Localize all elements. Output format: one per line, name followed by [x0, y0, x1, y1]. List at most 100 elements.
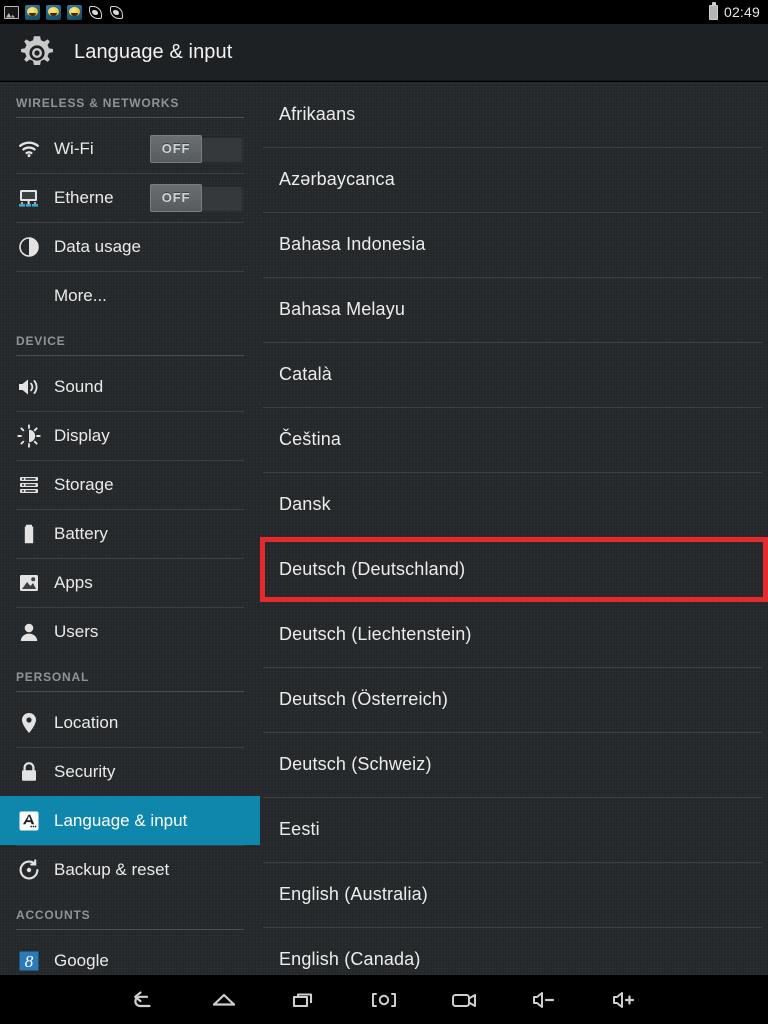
language-list-item[interactable]: Eesti: [260, 797, 768, 862]
language-label: Deutsch (Österreich): [279, 689, 448, 710]
divider: [16, 691, 244, 692]
language-label: Afrikaans: [279, 104, 355, 125]
language-list-item[interactable]: Bahasa Indonesia: [260, 212, 768, 277]
sidebar-item-label: Wi-Fi: [54, 139, 94, 159]
sidebar-item-apps[interactable]: Apps: [0, 558, 260, 607]
status-bar-system-icons: 02:49: [709, 4, 760, 20]
sidebar-item-more[interactable]: More...: [0, 271, 260, 320]
divider: [16, 929, 244, 930]
sidebar-item-users[interactable]: Users: [0, 607, 260, 656]
leaf-notification-icon: [109, 5, 124, 20]
language-label: Deutsch (Deutschland): [279, 559, 465, 580]
content-area: WIRELESS & NETWORKS Wi-Fi OFF Etherne OFF Dat…: [0, 82, 768, 1000]
language-label: Deutsch (Schweiz): [279, 754, 432, 775]
sidebar-item-language-input[interactable]: Language & input: [0, 796, 260, 845]
navigation-bar: [0, 975, 768, 1024]
lock-icon: [16, 760, 42, 784]
page-title: Language & input: [74, 41, 232, 64]
sidebar-item-label: Display: [54, 426, 110, 446]
sidebar-item-security[interactable]: Security: [0, 747, 260, 796]
leaf-notification-icon: [88, 5, 103, 20]
status-bar-clock: 02:49: [724, 4, 760, 20]
toggle-switch-label: OFF: [150, 184, 202, 212]
language-list-item[interactable]: Català: [260, 342, 768, 407]
volume-up-icon[interactable]: [584, 975, 664, 1024]
language-list-item[interactable]: English (Australia): [260, 862, 768, 927]
sidebar-item-label: Etherne: [54, 188, 114, 208]
language-label: Eesti: [279, 819, 320, 840]
sidebar-item-sound[interactable]: Sound: [0, 362, 260, 411]
toggle-switch-label: OFF: [150, 135, 202, 163]
back-icon[interactable]: [104, 975, 184, 1024]
settings-gear-icon[interactable]: [16, 32, 58, 74]
language-list-item[interactable]: Deutsch (Liechtenstein): [260, 602, 768, 667]
battery-icon: [16, 522, 42, 546]
sidebar-item-location[interactable]: Location: [0, 698, 260, 747]
language-label: Čeština: [279, 429, 341, 450]
sidebar-item-data-usage[interactable]: Data usage: [0, 222, 260, 271]
sidebar-item-label: Location: [54, 713, 118, 733]
app-notification-icon: [46, 5, 61, 20]
volume-down-icon[interactable]: [504, 975, 584, 1024]
sidebar-item-label: Security: [54, 762, 115, 782]
app-notification-icon: [67, 5, 82, 20]
sidebar-item-label: Users: [54, 622, 98, 642]
language-label: English (Canada): [279, 949, 420, 970]
screen-record-icon[interactable]: [424, 975, 504, 1024]
sidebar-item-wi-fi[interactable]: Wi-Fi OFF: [0, 124, 260, 173]
sidebar-item-label: Google: [54, 951, 109, 971]
language-list-item[interactable]: Deutsch (Österreich): [260, 667, 768, 732]
language-label: Català: [279, 364, 332, 385]
backup-reset-icon: [16, 858, 42, 882]
language-list-item[interactable]: Azərbaycanca: [260, 147, 768, 212]
language-list-item[interactable]: Deutsch (Deutschland): [260, 537, 768, 602]
language-list-item[interactable]: Čeština: [260, 407, 768, 472]
language-list-item[interactable]: Bahasa Melayu: [260, 277, 768, 342]
action-bar: Language & input: [0, 24, 768, 82]
google-icon: 8: [16, 949, 42, 973]
sidebar-item-label: Sound: [54, 377, 103, 397]
settings-sidebar[interactable]: WIRELESS & NETWORKS Wi-Fi OFF Etherne OFF Dat…: [0, 82, 260, 1000]
sidebar-section-title: PERSONAL: [16, 670, 89, 684]
gallery-icon: [4, 6, 19, 19]
language-label: Bahasa Melayu: [279, 299, 405, 320]
sidebar-section-header: DEVICE: [0, 320, 260, 362]
language-list-item[interactable]: Afrikaans: [260, 82, 768, 147]
sidebar-section-title: DEVICE: [16, 334, 65, 348]
sidebar-item-etherne[interactable]: Etherne OFF: [0, 173, 260, 222]
storage-icon: [16, 473, 42, 497]
sidebar-item-storage[interactable]: Storage: [0, 460, 260, 509]
divider: [16, 117, 244, 118]
sidebar-item-display[interactable]: Display: [0, 411, 260, 460]
svg-text:8: 8: [25, 952, 34, 971]
users-icon: [16, 620, 42, 644]
battery-icon: [709, 5, 718, 20]
language-input-icon: [16, 809, 42, 833]
toggle-switch-etherne[interactable]: OFF: [150, 184, 244, 212]
home-icon[interactable]: [184, 975, 264, 1024]
recent-apps-icon[interactable]: [264, 975, 344, 1024]
sidebar-section-header: WIRELESS & NETWORKS: [0, 82, 260, 124]
sidebar-item-backup-reset[interactable]: Backup & reset: [0, 845, 260, 894]
divider: [16, 355, 244, 356]
settings-screen: 02:49 Language & input WIRELESS & NETWOR…: [0, 0, 768, 1024]
sidebar-item-label: Language & input: [54, 811, 187, 831]
sidebar-section-header: ACCOUNTS: [0, 894, 260, 936]
sidebar-item-label: More...: [54, 286, 107, 306]
data-usage-icon: [16, 235, 42, 259]
screenshot-icon[interactable]: [344, 975, 424, 1024]
toggle-switch-wi-fi[interactable]: OFF: [150, 135, 244, 163]
wifi-icon: [16, 137, 42, 161]
status-bar: 02:49: [0, 0, 768, 24]
apps-icon: [16, 571, 42, 595]
location-pin-icon: [16, 711, 42, 735]
app-notification-icon: [25, 5, 40, 20]
sidebar-item-battery[interactable]: Battery: [0, 509, 260, 558]
language-list-item[interactable]: Dansk: [260, 472, 768, 537]
sidebar-section-title: WIRELESS & NETWORKS: [16, 96, 179, 110]
language-label: Azərbaycanca: [279, 169, 395, 190]
language-list-item[interactable]: Deutsch (Schweiz): [260, 732, 768, 797]
language-label: Bahasa Indonesia: [279, 234, 426, 255]
sidebar-section-header: PERSONAL: [0, 656, 260, 698]
language-list[interactable]: Afrikaans Azərbaycanca Bahasa Indonesia Bah…: [260, 82, 768, 1000]
